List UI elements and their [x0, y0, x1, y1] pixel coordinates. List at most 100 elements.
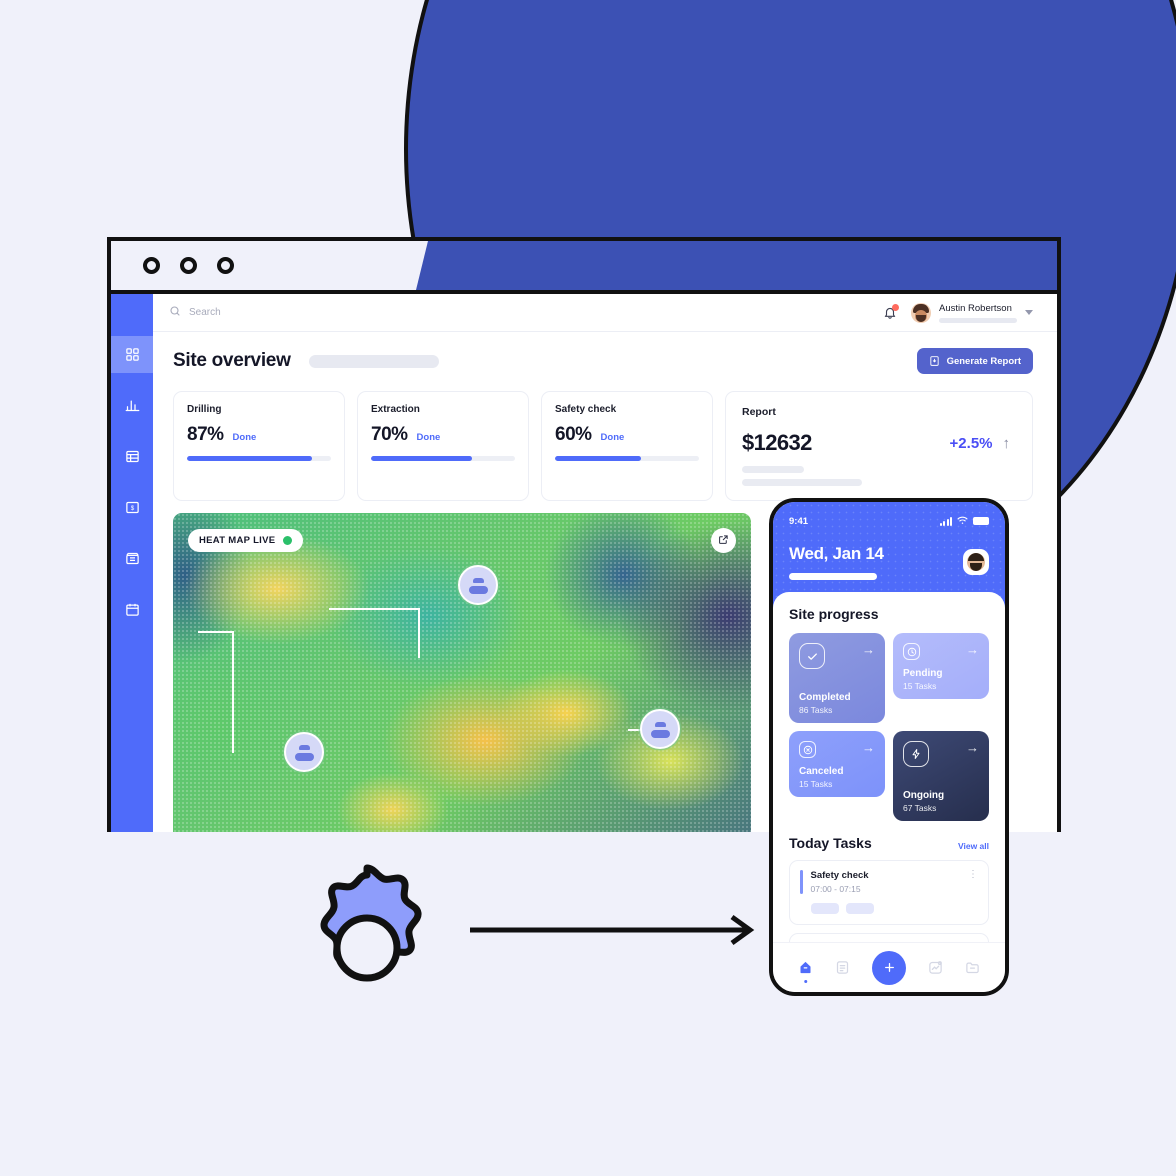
progress-card-top: →: [799, 643, 875, 669]
user-menu[interactable]: Austin Robertson: [911, 302, 1033, 323]
stat-row: 70% Done: [371, 424, 515, 446]
stage: $ Search Austin Robertson Site overview …: [0, 0, 1176, 1176]
sidebar-item-billing[interactable]: $: [111, 489, 153, 526]
progress-card-tasks: 67 Tasks: [903, 803, 937, 813]
live-dot: [283, 536, 293, 545]
today-tasks-header: Today Tasks View all: [789, 835, 989, 851]
tab-tasks[interactable]: [835, 960, 850, 975]
stat-label: Drilling: [187, 404, 222, 415]
sidebar-item-calendar[interactable]: [111, 591, 153, 628]
view-all-link[interactable]: View all: [958, 841, 989, 851]
progress-card-top: →: [799, 741, 875, 758]
progress-card-name: Completed: [799, 692, 851, 703]
sidebar-item-analytics[interactable]: [111, 387, 153, 424]
sidebar-item-table[interactable]: [111, 438, 153, 475]
arrow-right-icon[interactable]: →: [966, 643, 979, 656]
task-text: Safety check 07:00 - 07:15: [811, 870, 869, 894]
page-header-left: Site overview: [173, 350, 439, 372]
stats-row: Drilling 87% Done Extraction 70% Done Sa…: [173, 391, 1033, 501]
browser-chrome: [107, 237, 1061, 294]
window-dot-maximize[interactable]: [217, 257, 234, 274]
external-link-icon: [718, 532, 729, 550]
gear-icon: [282, 858, 452, 1043]
progress-card-canceled[interactable]: → Canceled 15 Tasks: [789, 731, 885, 797]
stat-percent: 70%: [371, 424, 408, 445]
progress-card-tasks: 15 Tasks: [799, 779, 833, 789]
stat-card-drilling[interactable]: Drilling 87% Done: [173, 391, 345, 501]
progress-card-completed[interactable]: → Completed 86 Tasks: [789, 633, 885, 723]
stat-percent: 87%: [187, 424, 224, 445]
report-row: $12632 +2.5% ↑: [742, 430, 1016, 456]
task-time: 07:00 - 07:15: [810, 884, 861, 894]
stat-card-safety-check[interactable]: Safety check 60% Done: [541, 391, 713, 501]
window-dot-close[interactable]: [143, 257, 160, 274]
task-card[interactable]: ⋮ Safety check 07:00 - 07:15: [789, 860, 989, 925]
user-name: Austin Robertson: [939, 302, 1012, 314]
sidebar-item-dashboard[interactable]: [111, 336, 153, 373]
task-accent-stripe: [800, 870, 803, 894]
progress-card-ongoing[interactable]: → Ongoing 67 Tasks: [893, 731, 989, 821]
generate-report-button[interactable]: Generate Report: [916, 348, 1033, 374]
stat-status: Done: [416, 432, 441, 443]
notification-badge: [892, 303, 899, 311]
tab-home[interactable]: [798, 960, 813, 983]
phone-date-block: Wed, Jan 14: [789, 544, 884, 580]
task-chips: [811, 903, 978, 914]
task-chip: [811, 903, 839, 914]
cellular-signal-icon: [939, 516, 952, 526]
task-card-next[interactable]: [789, 933, 989, 942]
arrow-right-long-icon: [468, 905, 758, 960]
arrow-right-icon[interactable]: →: [862, 643, 875, 656]
progress-bar: [371, 456, 515, 461]
user-meta: Austin Robertson: [939, 303, 1017, 323]
chrome-blob-overlay: [416, 241, 1057, 290]
sidebar-item-store[interactable]: [111, 540, 153, 577]
search-input[interactable]: Search: [169, 304, 883, 322]
heatmap-dot-texture: [173, 513, 751, 832]
arrow-right-icon[interactable]: →: [966, 741, 979, 754]
topbar: Search Austin Robertson: [153, 294, 1057, 332]
task-name: Safety check: [810, 870, 869, 881]
expand-heatmap-button[interactable]: [711, 528, 736, 553]
worker-marker-top[interactable]: [458, 565, 498, 605]
report-card[interactable]: Report $12632 +2.5% ↑: [725, 391, 1033, 501]
tab-files[interactable]: [965, 960, 980, 975]
tab-activity[interactable]: [928, 960, 943, 975]
chevron-down-icon[interactable]: [1025, 310, 1033, 315]
clock-icon: [903, 643, 920, 660]
more-vertical-icon[interactable]: ⋮: [968, 870, 978, 880]
today-tasks-heading: Today Tasks: [789, 835, 872, 851]
stat-status: Done: [232, 432, 257, 443]
site-progress-grid: → Completed 86 Tasks → Pending 15 Tasks …: [789, 633, 989, 821]
avatar[interactable]: [963, 549, 989, 575]
wifi-icon: [957, 512, 968, 530]
svg-text:$: $: [130, 505, 134, 512]
phone-status-bar: 9:41: [789, 512, 989, 530]
report-delta: +2.5%: [949, 434, 993, 452]
worker-marker-right[interactable]: [640, 709, 680, 749]
bell-icon[interactable]: [883, 303, 899, 321]
x-circle-icon: [799, 741, 816, 758]
document-download-icon: [929, 355, 940, 367]
add-button[interactable]: [872, 950, 906, 985]
progress-card-name: Ongoing: [903, 790, 945, 801]
progress-card-top: →: [903, 741, 979, 767]
report-label: Report: [742, 406, 776, 418]
phone-date-row: Wed, Jan 14: [789, 544, 989, 580]
progress-card-pending[interactable]: → Pending 15 Tasks: [893, 633, 989, 699]
heatmap[interactable]: HEAT MAP LIVE: [173, 513, 751, 832]
check-icon: [799, 643, 825, 669]
progress-card-name: Canceled: [799, 766, 844, 777]
topbar-right: Austin Robertson: [883, 302, 1033, 323]
arrow-right-icon[interactable]: →: [862, 741, 875, 754]
worker-marker-left[interactable]: [284, 732, 324, 772]
stat-card-extraction[interactable]: Extraction 70% Done: [357, 391, 529, 501]
sidebar: $: [111, 294, 153, 832]
window-dot-minimize[interactable]: [180, 257, 197, 274]
progress-card-tasks: 86 Tasks: [799, 705, 833, 715]
report-skeleton-2: [742, 479, 862, 486]
storefront-icon: [125, 551, 140, 566]
progress-card-info: Canceled 15 Tasks: [799, 766, 843, 789]
money-doc-icon: $: [125, 500, 140, 515]
status-icons: [939, 512, 989, 530]
